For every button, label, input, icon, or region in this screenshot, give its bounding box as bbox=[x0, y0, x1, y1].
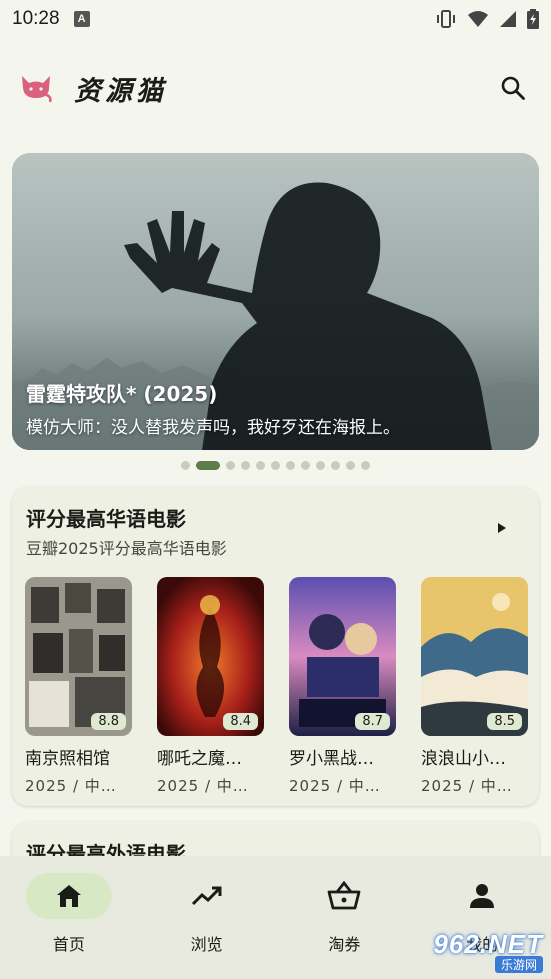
pager-dot[interactable] bbox=[301, 461, 310, 470]
movie-card[interactable]: 8.4 哪吒之魔… 2025 / 中… bbox=[157, 577, 264, 796]
nav-active-indicator bbox=[25, 873, 112, 919]
movie-title: 浪浪山小… bbox=[421, 749, 506, 769]
home-icon bbox=[56, 885, 81, 907]
cat-logo-icon bbox=[22, 76, 52, 103]
pager-dot[interactable] bbox=[226, 461, 235, 470]
wifi-icon bbox=[468, 11, 488, 27]
movie-poster: 8.4 bbox=[157, 577, 264, 736]
pager-dot-active[interactable] bbox=[196, 461, 220, 470]
play-arrow-icon[interactable] bbox=[495, 521, 509, 535]
pager-dot[interactable] bbox=[241, 461, 250, 470]
nav-item-browse[interactable]: 浏览 bbox=[152, 873, 262, 979]
movie-meta: 2025 / 中… bbox=[421, 777, 513, 795]
nav-icon-container bbox=[439, 873, 525, 919]
movie-title: 南京照相馆 bbox=[25, 749, 110, 769]
rating-badge: 8.5 bbox=[487, 713, 522, 730]
signal-icon bbox=[500, 11, 516, 27]
person-icon bbox=[470, 884, 495, 908]
nav-label: 首页 bbox=[52, 935, 85, 954]
featured-banner[interactable]: 雷霆特攻队* (2025) 模仿大师：没人替我发声吗，我好歹还在海报上。 bbox=[12, 153, 539, 450]
pager-dot[interactable] bbox=[181, 461, 190, 470]
status-bar: 10:28 A bbox=[0, 0, 551, 38]
nav-item-home[interactable]: 首页 bbox=[14, 873, 124, 979]
movie-poster: 8.8 bbox=[25, 577, 132, 736]
banner-text: 雷霆特攻队* (2025) 模仿大师：没人替我发声吗，我好歹还在海报上。 bbox=[26, 378, 529, 438]
pager-dot[interactable] bbox=[361, 461, 370, 470]
pager-dot[interactable] bbox=[316, 461, 325, 470]
app-title: 资源猫 bbox=[74, 75, 167, 107]
basket-icon bbox=[327, 881, 361, 910]
notification-a-icon: A bbox=[73, 11, 90, 27]
battery-icon bbox=[527, 9, 539, 29]
movie-meta: 2025 / 中… bbox=[25, 777, 117, 795]
pager-dot[interactable] bbox=[346, 461, 355, 470]
nav-item-coupons[interactable]: 淘券 bbox=[289, 873, 399, 979]
nav-label: 浏览 bbox=[190, 935, 223, 954]
vibrate-icon bbox=[437, 10, 455, 28]
movie-list: 8.8 南京照相馆 2025 / 中… 8.4 哪吒之魔… 2025 / 中… … bbox=[25, 577, 528, 796]
watermark-sub: 乐游网 bbox=[494, 956, 543, 973]
rating-badge: 8.8 bbox=[91, 713, 126, 730]
banner-subtitle: 模仿大师：没人替我发声吗，我好歹还在海报上。 bbox=[26, 418, 400, 438]
movie-meta: 2025 / 中… bbox=[157, 777, 249, 795]
nav-icon-container bbox=[164, 873, 250, 919]
pager-dot[interactable] bbox=[271, 461, 280, 470]
search-button[interactable] bbox=[493, 68, 533, 108]
banner-title: 雷霆特攻队* (2025) bbox=[26, 382, 218, 406]
site-watermark: 962.NET 乐游网 bbox=[411, 929, 543, 973]
nav-icon-container bbox=[301, 873, 387, 919]
movie-poster: 8.7 bbox=[289, 577, 396, 736]
pager-dot[interactable] bbox=[331, 461, 340, 470]
movie-card[interactable]: 8.5 浪浪山小… 2025 / 中… bbox=[421, 577, 528, 796]
status-time: 10:28 bbox=[12, 8, 60, 29]
trending-icon bbox=[191, 886, 222, 906]
section-subtitle: 豆瓣2025评分最高华语电影 bbox=[26, 539, 227, 558]
movie-poster: 8.5 bbox=[421, 577, 528, 736]
banner-pager-dots bbox=[0, 461, 551, 470]
movie-meta: 2025 / 中… bbox=[289, 777, 381, 795]
search-icon bbox=[501, 76, 525, 100]
movie-card[interactable]: 8.7 罗小黑战… 2025 / 中… bbox=[289, 577, 396, 796]
movie-title: 罗小黑战… bbox=[289, 749, 374, 769]
movie-title: 哪吒之魔… bbox=[157, 749, 242, 769]
status-icons bbox=[435, 9, 539, 29]
top-chinese-movies-section: 评分最高华语电影 豆瓣2025评分最高华语电影 8.8 南京照相馆 2025 /… bbox=[12, 487, 539, 806]
rating-badge: 8.7 bbox=[355, 713, 390, 730]
pager-dot[interactable] bbox=[286, 461, 295, 470]
rating-badge: 8.4 bbox=[223, 713, 258, 730]
section-title: 评分最高华语电影 bbox=[26, 507, 186, 531]
nav-label: 淘券 bbox=[328, 935, 361, 954]
pager-dot[interactable] bbox=[256, 461, 265, 470]
movie-card[interactable]: 8.8 南京照相馆 2025 / 中… bbox=[25, 577, 132, 796]
app-bar: 资源猫 bbox=[0, 60, 551, 116]
